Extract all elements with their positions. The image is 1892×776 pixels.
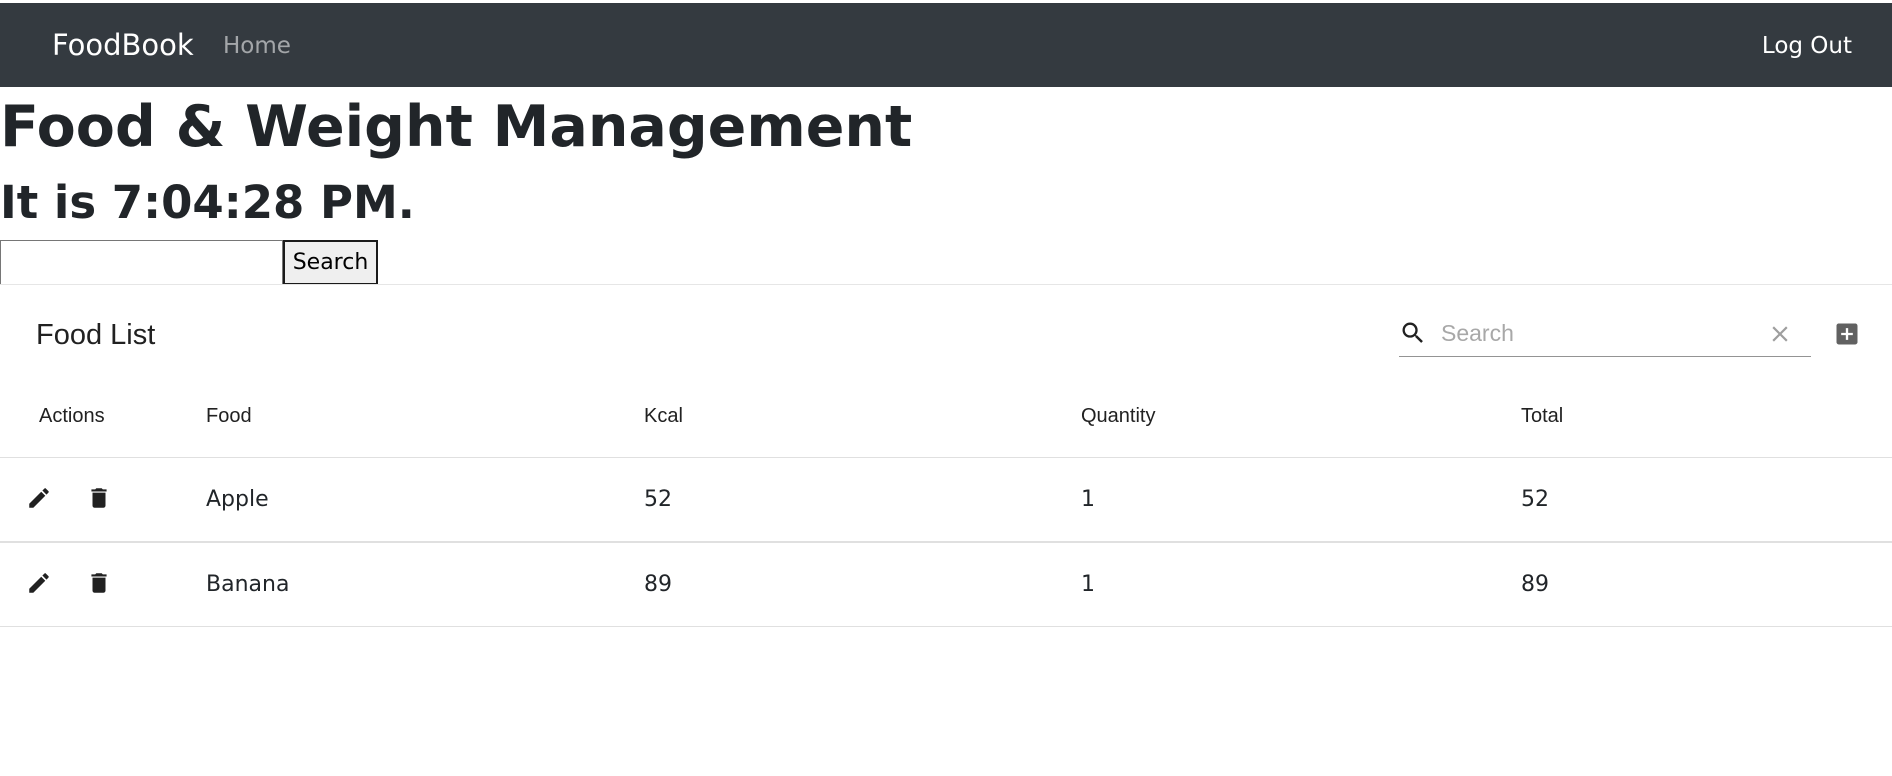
food-list-card: Food List Actions Food Kcal Quantity Tot…: [0, 284, 1892, 776]
trash-icon[interactable]: [86, 485, 112, 511]
column-header-actions: Actions: [0, 375, 206, 458]
cell-kcal: 89: [644, 542, 1081, 627]
search-button[interactable]: Search: [283, 240, 378, 285]
trash-icon[interactable]: [86, 570, 112, 596]
current-time-text: It is 7:04:28 PM.: [0, 176, 415, 229]
column-header-kcal[interactable]: Kcal: [644, 375, 1081, 458]
cell-total: 52: [1521, 457, 1892, 543]
close-icon[interactable]: [1767, 321, 1793, 347]
column-header-total[interactable]: Total: [1521, 375, 1892, 458]
table-search-field: [1399, 311, 1811, 357]
pencil-icon[interactable]: [26, 485, 52, 511]
search-input[interactable]: [0, 240, 283, 285]
table-search-input[interactable]: [1441, 315, 1761, 351]
table-row: Apple 52 1 52: [0, 457, 1892, 543]
nav-link-home[interactable]: Home: [223, 32, 291, 60]
table-header-row: Actions Food Kcal Quantity Total: [0, 375, 1892, 458]
food-table: Actions Food Kcal Quantity Total Apple 5…: [0, 375, 1892, 627]
cell-kcal: 52: [644, 457, 1081, 543]
top-navbar: FoodBook Home Log Out: [0, 3, 1892, 87]
app-page: FoodBook Home Log Out Food & Weight Mana…: [0, 0, 1892, 776]
brand-link[interactable]: FoodBook: [52, 27, 194, 63]
cell-quantity: 1: [1081, 542, 1521, 627]
column-header-quantity[interactable]: Quantity: [1081, 375, 1521, 458]
cell-quantity: 1: [1081, 457, 1521, 543]
cell-food: Banana: [206, 542, 644, 627]
row-actions: [0, 542, 206, 627]
table-row: Banana 89 1 89: [0, 542, 1892, 627]
column-header-food[interactable]: Food: [206, 375, 644, 458]
cell-total: 89: [1521, 542, 1892, 627]
pencil-icon[interactable]: [26, 570, 52, 596]
row-actions: [0, 457, 206, 543]
cell-food: Apple: [206, 457, 644, 543]
add-box-icon[interactable]: [1833, 320, 1861, 348]
logout-link[interactable]: Log Out: [1762, 32, 1852, 60]
food-list-title: Food List: [36, 319, 156, 351]
search-icon: [1402, 322, 1423, 343]
page-title: Food & Weight Management: [0, 94, 913, 160]
